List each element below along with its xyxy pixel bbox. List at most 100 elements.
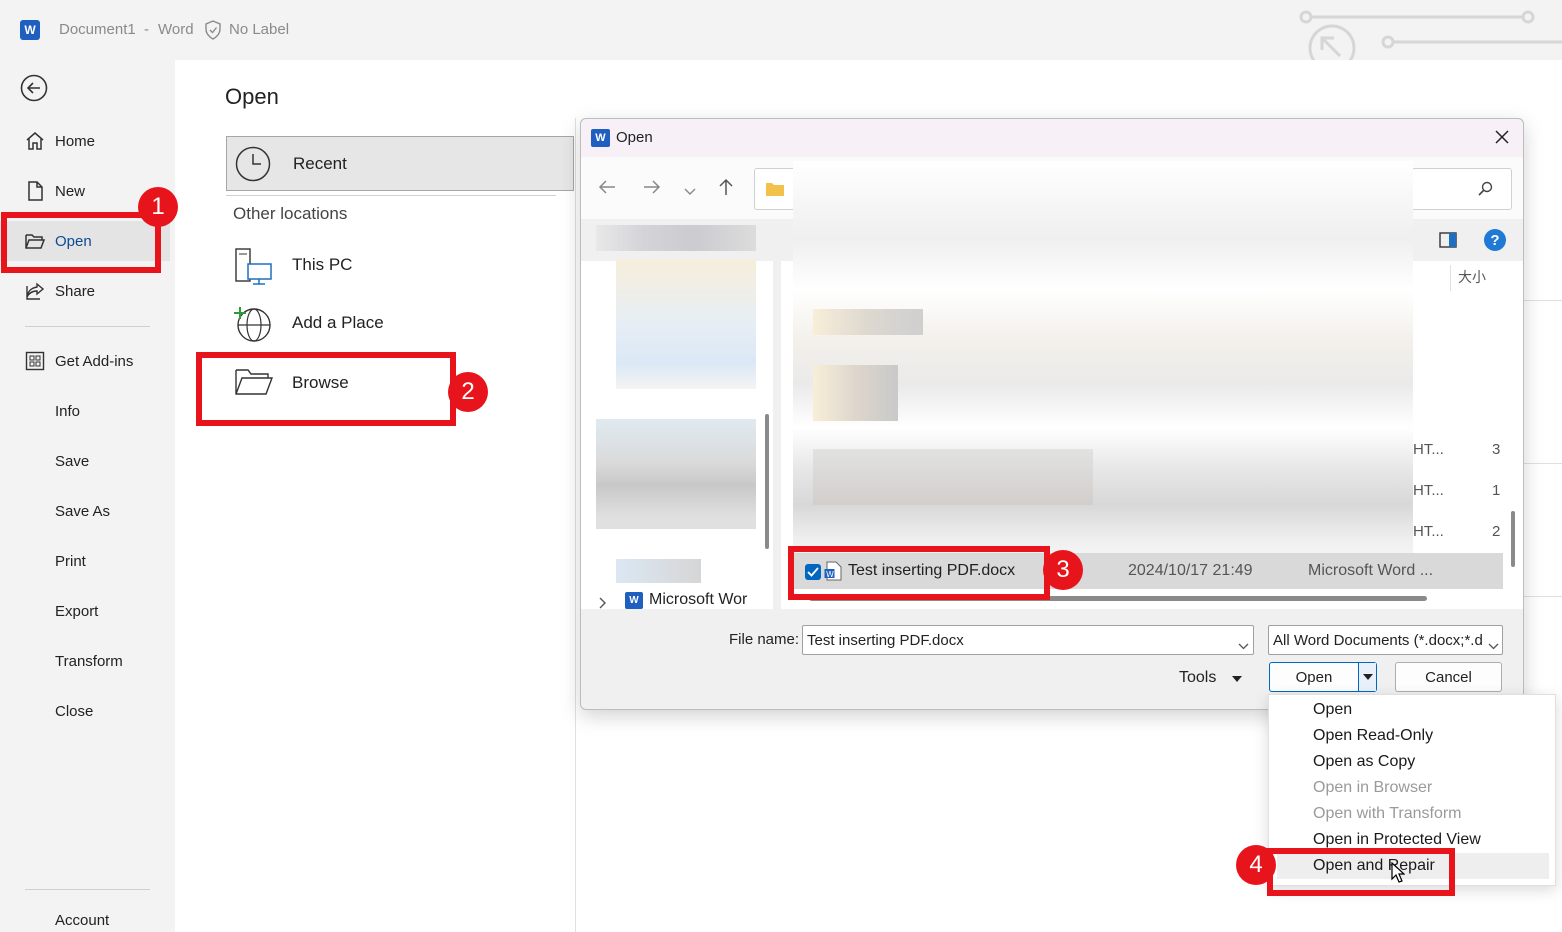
step-badge-3: 3 <box>1043 550 1083 590</box>
home-icon <box>24 130 46 152</box>
globe-add-icon <box>232 303 274 350</box>
nav-home[interactable]: Home <box>0 121 170 161</box>
nav-share-label: Share <box>55 282 96 300</box>
highlight-box-file <box>788 546 1050 600</box>
nav-close[interactable]: Close <box>0 691 170 731</box>
location-add-place[interactable]: Add a Place <box>226 298 574 348</box>
nav-account[interactable]: Account <box>0 905 170 932</box>
title-bar: W Document1 - Word No Label <box>0 0 1562 60</box>
cancel-button-label: Cancel <box>1425 668 1472 686</box>
app-name: Word <box>158 21 194 38</box>
tools-label: Tools <box>1179 669 1217 686</box>
location-this-pc-label: This PC <box>292 255 353 274</box>
file-name-input[interactable]: Test inserting PDF.docx <box>802 625 1254 655</box>
file-name-label: File name: <box>729 631 800 648</box>
column-header-size[interactable]: 大小 <box>1458 267 1486 287</box>
nav-transform-label: Transform <box>55 652 123 670</box>
preview-pane-icon[interactable] <box>1439 232 1457 253</box>
search-icon[interactable] <box>1477 181 1493 202</box>
partial-size-2: 1 <box>1492 482 1501 499</box>
menu-open-in-browser: Open in Browser <box>1313 779 1433 796</box>
nav-save-as[interactable]: Save As <box>0 491 170 531</box>
blurred-region <box>596 225 756 251</box>
chevron-down-icon[interactable] <box>1238 637 1249 655</box>
tools-button[interactable]: Tools <box>1179 663 1255 693</box>
cancel-button[interactable]: Cancel <box>1395 662 1502 692</box>
nav-info[interactable]: Info <box>0 391 170 431</box>
chevron-right-icon[interactable] <box>599 596 607 614</box>
word-app-icon: W <box>625 592 643 609</box>
back-arrow-icon <box>20 74 48 102</box>
chevron-down-icon[interactable] <box>1488 637 1499 654</box>
nav-get-addins[interactable]: Get Add-ins <box>0 341 170 381</box>
nav-divider-bottom <box>25 889 150 890</box>
nav-export[interactable]: Export <box>0 591 170 631</box>
nav-share[interactable]: Share <box>0 271 170 311</box>
nav-close-label: Close <box>55 702 94 720</box>
menu-open-read-only[interactable]: Open Read-Only <box>1313 727 1433 745</box>
blurred-region <box>813 449 1093 505</box>
blurred-region <box>596 419 756 529</box>
location-add-place-label: Add a Place <box>292 313 384 332</box>
file-type-filter-value: All Word Documents (*.docx;*.d <box>1273 632 1483 649</box>
addins-grid-icon <box>24 350 46 372</box>
chevron-down-icon[interactable] <box>684 183 696 201</box>
location-this-pc[interactable]: This PC <box>226 240 574 290</box>
nav-account-label: Account <box>55 911 110 929</box>
nav-transform[interactable]: Transform <box>0 641 170 681</box>
step-badge-1: 1 <box>138 187 178 227</box>
caret-down-icon <box>1362 674 1373 680</box>
nav-save[interactable]: Save <box>0 441 170 481</box>
word-logo-icon: W <box>20 20 40 40</box>
menu-open-as-copy[interactable]: Open as Copy <box>1313 753 1415 771</box>
dialog-close-button[interactable] <box>1491 126 1513 148</box>
nav-get-addins-label: Get Add-ins <box>55 352 134 370</box>
back-button[interactable] <box>20 74 48 102</box>
nav-print[interactable]: Print <box>0 541 170 581</box>
location-recent[interactable]: Recent <box>226 136 574 191</box>
nav-divider <box>25 326 150 327</box>
menu-open-protected-view[interactable]: Open in Protected View <box>1313 831 1481 849</box>
file-name-input-value: Test inserting PDF.docx <box>807 632 964 649</box>
file-type-filter[interactable]: All Word Documents (*.docx;*.d <box>1268 625 1503 655</box>
nav-save-label: Save <box>55 452 90 470</box>
column-divider <box>1450 265 1451 291</box>
partial-type-2: HT... <box>1413 482 1444 499</box>
caret-down-icon <box>1232 669 1243 687</box>
panel-line <box>1524 596 1562 597</box>
share-icon <box>24 280 46 302</box>
dialog-titlebar <box>581 119 1523 157</box>
step-badge-4: 4 <box>1236 845 1276 885</box>
partial-type-1: HT... <box>1413 441 1444 458</box>
shield-icon[interactable] <box>204 20 222 40</box>
open-dialog: W Open ? W Microsoft Wor 大小 HT... HT... … <box>580 118 1524 710</box>
forward-arrow-icon[interactable] <box>643 179 661 200</box>
menu-open-with-transform: Open with Transform <box>1313 805 1462 822</box>
highlight-box-browse <box>196 352 456 426</box>
partial-type-3: HT... <box>1413 523 1444 540</box>
close-icon <box>1495 130 1509 144</box>
help-icon[interactable]: ? <box>1484 229 1506 251</box>
nav-new-label: New <box>55 182 86 200</box>
document-name: Document1 <box>59 21 136 38</box>
menu-open[interactable]: Open <box>1313 701 1352 719</box>
nav-home-label: Home <box>55 132 96 150</box>
heading-rule <box>226 195 556 196</box>
dialog-title: Open <box>616 129 653 146</box>
file-date: 2024/10/17 21:49 <box>1128 562 1253 579</box>
new-document-icon <box>24 180 46 202</box>
up-arrow-icon[interactable] <box>718 178 734 201</box>
sensitivity-label[interactable]: No Label <box>229 21 289 38</box>
back-arrow-icon[interactable] <box>598 179 616 200</box>
nav-export-label: Export <box>55 602 99 620</box>
open-dropdown-toggle[interactable] <box>1358 663 1376 691</box>
step-badge-2: 2 <box>448 372 488 412</box>
tree-item-microsoft-word[interactable]: Microsoft Wor <box>649 591 747 609</box>
nav-save-as-label: Save As <box>55 502 111 520</box>
folder-icon <box>765 181 785 202</box>
file-list-vscrollbar[interactable] <box>1511 511 1515 567</box>
tree-scrollbar[interactable] <box>765 414 769 549</box>
panel-line <box>1524 463 1562 464</box>
title-separator: - <box>144 21 149 38</box>
other-locations-heading: Other locations <box>233 204 348 223</box>
